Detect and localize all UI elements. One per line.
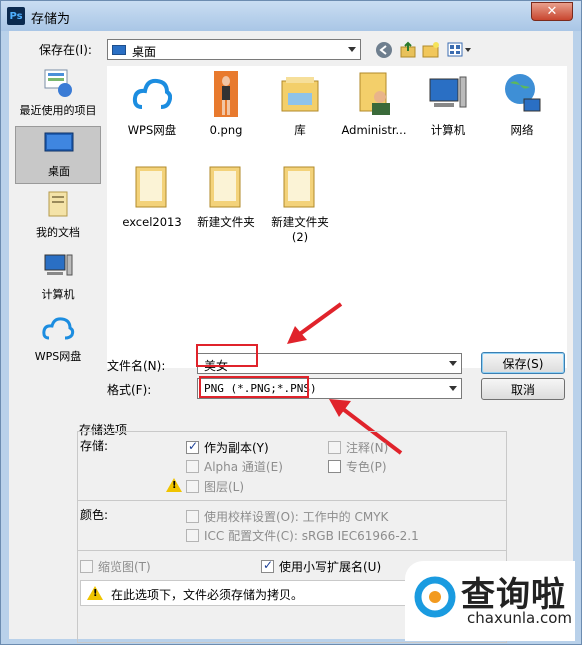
dialog-title: 存储为 <box>31 12 71 27</box>
file-label: 新建文件夹 (2) <box>271 215 329 244</box>
folder-icon <box>209 166 241 208</box>
thumbnail-checkbox[interactable] <box>80 560 93 573</box>
save-in-value: 桌面 <box>132 45 157 59</box>
sidebar-label: 最近使用的项目 <box>19 104 97 117</box>
recent-items-icon <box>44 69 72 97</box>
file-item[interactable]: Administr... <box>339 71 409 151</box>
back-icon[interactable] <box>375 41 393 59</box>
layers-checkbox[interactable] <box>186 480 199 493</box>
save-section-label: 存储: <box>80 439 109 453</box>
image-file-icon <box>214 71 238 117</box>
layers-label: 图层(L) <box>204 480 245 494</box>
new-folder-icon[interactable] <box>422 41 440 59</box>
folder-icon <box>135 166 167 208</box>
color-section-label: 颜色: <box>80 508 109 522</box>
save-as-dialog: Ps 存储为 ✕ 保存在(I): 桌面 最近使用的项目 桌面 我的文档 计算机 … <box>0 0 582 645</box>
computer-icon <box>44 254 73 276</box>
warning-message: 在此选项下，文件必须存储为拷贝。 <box>111 588 304 602</box>
icc-label: ICC 配置文件(C): sRGB IEC61966-2.1 <box>204 529 419 543</box>
file-label: 0.png <box>209 123 243 137</box>
as-copy-checkbox[interactable] <box>186 439 199 454</box>
watermark-logo-icon <box>414 576 456 618</box>
sidebar-label: 桌面 <box>48 165 70 178</box>
format-highlight-box <box>199 376 309 398</box>
file-item[interactable]: 网络 <box>487 71 557 151</box>
cloud-icon <box>42 317 75 340</box>
thumbnail-label: 缩览图(T) <box>98 560 151 574</box>
computer-icon <box>429 76 467 108</box>
dialog-body: 保存在(I): 桌面 最近使用的项目 桌面 我的文档 计算机 WPS网盘 WPS… <box>9 31 573 643</box>
file-item[interactable]: 新建文件夹 <box>191 163 261 243</box>
network-icon <box>505 74 541 112</box>
documents-icon <box>48 191 68 217</box>
places-sidebar: 最近使用的项目 桌面 我的文档 计算机 WPS网盘 <box>9 66 104 371</box>
lowercase-ext-checkbox[interactable] <box>261 558 274 573</box>
divider <box>78 500 506 501</box>
file-label: WPS网盘 <box>127 123 177 137</box>
sidebar-item-desktop[interactable]: 桌面 <box>15 126 101 184</box>
file-item[interactable]: 新建文件夹 (2) <box>265 163 335 244</box>
file-label: 库 <box>294 123 306 137</box>
sidebar-label: 计算机 <box>41 288 75 301</box>
notes-checkbox[interactable] <box>328 441 341 454</box>
save-button[interactable]: 保存(S) <box>481 352 565 374</box>
file-label: 计算机 <box>430 123 466 137</box>
chevron-down-icon <box>348 47 356 52</box>
desktop-icon <box>112 45 126 55</box>
cancel-button[interactable]: 取消 <box>481 378 565 400</box>
file-item[interactable]: WPS网盘 <box>117 71 187 151</box>
watermark-url: chaxunla.com <box>467 609 572 627</box>
sidebar-item-computer[interactable]: 计算机 <box>15 250 101 308</box>
file-item[interactable]: 库 <box>265 71 335 151</box>
cloud-icon <box>132 78 172 109</box>
watermark: 查询啦 chaxunla.com <box>405 561 575 641</box>
proof-label: 使用校样设置(O): 工作中的 CMYK <box>204 510 389 524</box>
alpha-label: Alpha 通道(E) <box>204 460 283 474</box>
annotation-arrow-icon <box>287 302 343 344</box>
chevron-down-icon <box>449 386 457 391</box>
file-item[interactable]: excel2013 <box>117 163 187 243</box>
notes-label: 注释(N) <box>346 441 389 455</box>
warning-icon <box>87 586 103 600</box>
file-label: excel2013 <box>122 215 182 229</box>
save-in-dropdown[interactable]: 桌面 <box>107 39 361 60</box>
file-item[interactable]: 0.png <box>191 71 261 151</box>
sidebar-item-documents[interactable]: 我的文档 <box>15 188 101 246</box>
sidebar-label: 我的文档 <box>36 226 80 239</box>
title-bar[interactable]: Ps 存储为 ✕ <box>1 1 581 31</box>
view-menu-icon[interactable] <box>447 41 473 59</box>
up-folder-icon[interactable] <box>399 41 417 59</box>
spot-label: 专色(P) <box>346 460 387 474</box>
sidebar-item-recent[interactable]: 最近使用的项目 <box>15 66 101 124</box>
lowercase-ext-label: 使用小写扩展名(U) <box>279 560 382 574</box>
user-folder-icon <box>359 72 390 115</box>
spot-checkbox[interactable] <box>328 460 341 473</box>
folder-icon <box>283 166 315 208</box>
photoshop-icon: Ps <box>7 7 25 25</box>
sidebar-item-wps[interactable]: WPS网盘 <box>15 312 101 370</box>
file-label: Administr... <box>341 123 407 137</box>
file-label: 网络 <box>510 123 534 137</box>
divider <box>78 550 506 551</box>
alpha-checkbox[interactable] <box>186 460 199 473</box>
sidebar-label: WPS网盘 <box>34 350 82 363</box>
format-label: 格式(F): <box>107 383 152 397</box>
warning-icon <box>166 478 182 492</box>
close-button[interactable]: ✕ <box>531 2 573 21</box>
icc-checkbox[interactable] <box>186 529 199 542</box>
file-label: 新建文件夹 <box>197 215 255 229</box>
library-icon <box>281 77 319 112</box>
proof-checkbox[interactable] <box>186 510 199 523</box>
filename-label: 文件名(N): <box>107 359 166 373</box>
chevron-down-icon <box>449 361 457 366</box>
desktop-icon <box>44 132 74 152</box>
file-item[interactable]: 计算机 <box>413 71 483 151</box>
filename-highlight-box <box>196 344 258 367</box>
save-in-label: 保存在(I): <box>39 43 92 57</box>
as-copy-label: 作为副本(Y) <box>204 441 269 455</box>
